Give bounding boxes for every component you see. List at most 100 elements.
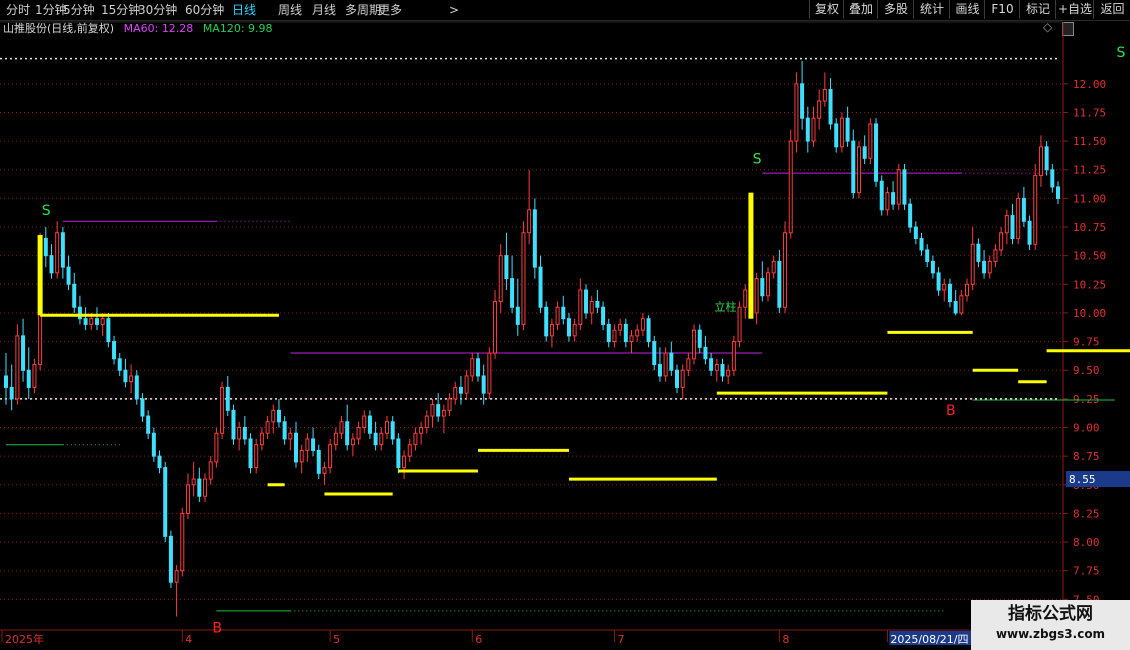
candle-body <box>77 306 82 320</box>
candle-body <box>458 386 463 394</box>
candle-body <box>538 266 543 308</box>
candle-body <box>692 329 697 360</box>
candle-body <box>447 398 452 411</box>
candle-body <box>675 369 680 388</box>
candle-body <box>635 329 640 337</box>
candle-body <box>646 318 651 343</box>
candle-body <box>606 323 611 343</box>
candle-body <box>66 266 71 285</box>
candle-body <box>828 89 833 125</box>
candle-body <box>765 272 770 297</box>
candle-body <box>839 117 844 148</box>
candle-body <box>544 306 549 337</box>
y-tick-label: 10.50 <box>1073 250 1106 263</box>
candle-body <box>663 352 668 377</box>
candle-body <box>333 432 338 446</box>
candle-body <box>225 386 230 411</box>
x-tick-label: 2025年 <box>5 632 44 646</box>
candle-body <box>367 415 372 434</box>
candle-body <box>555 306 560 325</box>
candle-body <box>862 146 867 159</box>
candle-body <box>151 432 156 457</box>
candle-body <box>185 484 190 514</box>
candle-body <box>595 300 600 308</box>
y-tick-label: 11.75 <box>1073 106 1106 119</box>
watermark-logo: 指标公式网 www.zbgs3.com <box>971 600 1130 650</box>
candle-body <box>470 358 475 377</box>
candle-body <box>856 146 861 194</box>
candle-body <box>896 169 901 205</box>
y-tick-label: 9.50 <box>1073 364 1100 377</box>
candle-body <box>4 375 8 388</box>
candle-body <box>276 409 281 423</box>
candlestick-chart[interactable]: 12.00 11.75 11.50 11.25 11.00 10.75 10.50 10.25… <box>0 0 1130 650</box>
candle-body <box>407 444 412 457</box>
candle-body <box>339 421 344 434</box>
candle-body <box>629 335 634 343</box>
candle-body <box>26 369 31 388</box>
x-tick-label: 4 <box>185 633 192 646</box>
candle-body <box>919 237 924 251</box>
candle-body <box>481 375 486 394</box>
candle-body <box>1016 197 1021 239</box>
candle-body <box>231 409 236 440</box>
y-tick-label: 11.25 <box>1073 164 1106 177</box>
candle-body <box>709 358 714 371</box>
candle-body <box>805 117 810 142</box>
buy-marker: B <box>946 403 956 419</box>
candle-body <box>322 467 327 474</box>
y-tick-label: 9.25 <box>1073 393 1100 406</box>
candle-body <box>521 232 526 325</box>
candle-body <box>430 404 435 417</box>
candle-body <box>493 300 498 354</box>
candle-body <box>43 237 48 257</box>
candle-body <box>549 323 554 337</box>
candle-body <box>453 386 458 400</box>
candle-body <box>350 438 355 446</box>
candle-body <box>134 375 139 400</box>
candle-body <box>930 260 935 274</box>
candle-body <box>640 318 645 331</box>
candle-body <box>601 306 606 325</box>
candle-body <box>384 421 389 434</box>
y-tick-label: 8.25 <box>1073 507 1100 520</box>
candle-body <box>55 232 60 274</box>
y-tick-label: 8.75 <box>1073 450 1100 463</box>
candle-body <box>157 455 162 469</box>
pillar-annotation: 立柱 <box>714 300 736 314</box>
x-tick-label: 2025/08/21/四 <box>890 633 968 646</box>
candle-body <box>424 415 429 429</box>
candle-body <box>885 192 890 211</box>
candle-body <box>305 438 310 451</box>
candle-body <box>419 427 424 434</box>
candle-body <box>584 289 589 314</box>
buy-marker: B <box>212 621 222 637</box>
candle-body <box>697 329 702 348</box>
candle-body <box>475 358 480 377</box>
candle-body <box>464 375 469 394</box>
candle-body <box>527 209 532 234</box>
candle-body <box>760 278 765 297</box>
candle-body <box>947 283 952 302</box>
watermark-line2: www.zbgs3.com <box>995 627 1106 641</box>
candle-body <box>936 272 941 291</box>
candle-body <box>908 203 913 228</box>
candle-body <box>771 260 776 274</box>
candle-body <box>1050 169 1055 188</box>
candle-body <box>106 318 111 343</box>
candle-body <box>1004 215 1009 234</box>
candle-body <box>390 421 395 440</box>
candle-body <box>680 369 685 388</box>
candle-body <box>123 369 128 383</box>
candle-body <box>487 352 492 394</box>
candle-body <box>686 358 691 371</box>
candle-body <box>242 427 247 440</box>
candle-body <box>402 455 407 469</box>
candle-body <box>117 358 122 371</box>
candle-body <box>737 306 742 343</box>
candle-body <box>294 432 299 463</box>
candle-body <box>652 341 657 366</box>
candle-body <box>618 323 623 331</box>
candle-body <box>379 432 384 446</box>
candle-body <box>1010 215 1015 239</box>
